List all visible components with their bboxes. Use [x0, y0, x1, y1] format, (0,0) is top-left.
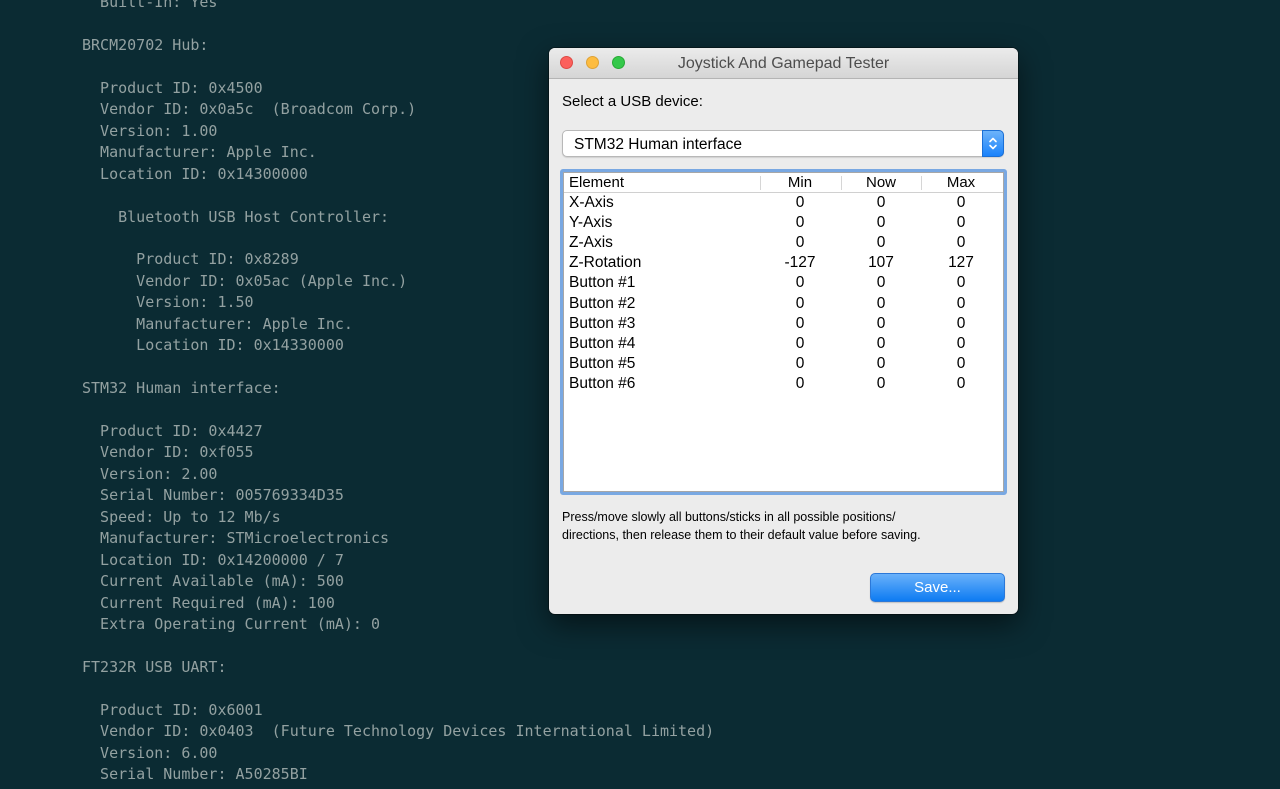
terminal-line: FT232R USB UART: — [82, 657, 227, 676]
terminal-line: Product ID: 0x4427 — [82, 422, 263, 440]
element-cell: X-Axis — [569, 194, 614, 211]
zoom-window-button[interactable] — [612, 56, 625, 69]
min-cell: 0 — [795, 294, 805, 312]
terminal-line: Product ID: 0x6001 — [82, 700, 263, 719]
terminal-line: Serial Number: A50285BI — [82, 765, 308, 784]
title-bar[interactable]: Joystick And Gamepad Tester — [549, 48, 1018, 79]
now-cell: 0 — [876, 314, 886, 332]
terminal-line: Vendor ID: 0x0a5c (Broadcom Corp.) — [82, 100, 417, 119]
terminal-line: Location ID: 0x14200000 / 7 — [82, 550, 344, 569]
table-row[interactable]: Z-Rotation -127 107 127 — [564, 253, 1003, 273]
table-row[interactable]: Button #6 0 0 0 — [564, 374, 1003, 394]
table-row[interactable]: Button #2 0 0 0 — [564, 294, 1003, 314]
element-cell: Z-Axis — [569, 234, 613, 252]
terminal-line: Current Required (mA): 100 — [82, 593, 335, 612]
element-cell: Button #5 — [569, 354, 636, 372]
column-header-min[interactable]: Min — [760, 173, 840, 192]
max-cell: 0 — [956, 194, 966, 211]
terminal-line: Version: 6.00 — [82, 743, 218, 762]
element-cell: Button #3 — [569, 314, 636, 332]
instructions-line-2: directions, then release them to their d… — [562, 528, 921, 542]
table-row[interactable]: Z-Axis 0 0 0 — [564, 233, 1003, 253]
terminal-line: Version: 1.50 — [82, 293, 254, 312]
terminal-line: STM32 Human interface: — [82, 379, 281, 398]
max-cell: 0 — [956, 274, 966, 292]
terminal-line: Version: 2.00 — [82, 464, 218, 483]
minimize-window-button[interactable] — [586, 56, 599, 69]
max-cell: 0 — [956, 234, 966, 252]
max-cell: 127 — [948, 254, 974, 272]
elements-table[interactable]: Element Min Now Max X-Axis 0 0 0 Y-Axis 0 0 0 Z-… — [560, 169, 1007, 495]
min-cell: 0 — [795, 354, 805, 372]
min-cell: 0 — [795, 214, 805, 232]
terminal-line: Built-In: Yes — [82, 0, 218, 11]
element-cell: Button #6 — [569, 374, 636, 392]
min-cell: 0 — [795, 334, 805, 352]
joystick-tester-window: Joystick And Gamepad Tester Select a USB… — [549, 48, 1018, 614]
selected-device-value: STM32 Human interface — [574, 136, 742, 153]
table-row[interactable]: Button #1 0 0 0 — [564, 273, 1003, 293]
terminal-line: Speed: Up to 12 Mb/s — [82, 786, 281, 789]
table-header: Element Min Now Max — [564, 173, 1003, 193]
min-cell: -127 — [784, 254, 816, 272]
max-cell: 0 — [956, 374, 966, 392]
popup-chevron-icon[interactable] — [982, 130, 1004, 157]
column-header-element[interactable]: Element — [569, 173, 624, 192]
max-cell: 0 — [956, 334, 966, 352]
table-row[interactable]: Y-Axis 0 0 0 — [564, 213, 1003, 233]
save-button[interactable]: Save... — [870, 573, 1005, 602]
column-header-max[interactable]: Max — [921, 173, 1001, 192]
column-header-now[interactable]: Now — [841, 173, 921, 192]
element-cell: Button #1 — [569, 274, 636, 292]
table-row[interactable]: Button #4 0 0 0 — [564, 334, 1003, 354]
terminal-line: Manufacturer: Apple Inc. — [82, 314, 353, 333]
terminal-line: Manufacturer: STMicroelectronics — [82, 529, 390, 548]
now-cell: 0 — [876, 194, 886, 211]
terminal-line: Current Available (mA): 500 — [82, 572, 344, 591]
terminal-line: Version: 1.00 — [82, 121, 218, 140]
max-cell: 0 — [956, 354, 966, 372]
now-cell: 0 — [876, 234, 886, 252]
instructions-line-1: Press/move slowly all buttons/sticks in … — [562, 510, 896, 524]
max-cell: 0 — [956, 314, 966, 332]
now-cell: 0 — [876, 214, 886, 232]
now-cell: 0 — [876, 374, 886, 392]
now-cell: 0 — [876, 354, 886, 372]
max-cell: 0 — [956, 214, 966, 232]
now-cell: 0 — [876, 334, 886, 352]
now-cell: 0 — [876, 294, 886, 312]
element-cell: Z-Rotation — [569, 254, 642, 272]
close-window-button[interactable] — [560, 56, 573, 69]
min-cell: 0 — [795, 374, 805, 392]
instructions-text: Press/move slowly all buttons/sticks in … — [562, 508, 1002, 544]
min-cell: 0 — [795, 234, 805, 252]
table-row[interactable]: Button #3 0 0 0 — [564, 314, 1003, 334]
terminal-line: Vendor ID: 0xf055 — [82, 443, 254, 462]
element-cell: Y-Axis — [569, 214, 613, 232]
select-device-label: Select a USB device: — [562, 93, 703, 110]
usb-device-popup[interactable]: STM32 Human interface — [562, 130, 1004, 157]
terminal-line: Vendor ID: 0x05ac (Apple Inc.) — [82, 271, 408, 290]
terminal-line: Product ID: 0x8289 — [82, 250, 299, 269]
min-cell: 0 — [795, 314, 805, 332]
terminal-line: Extra Operating Current (mA): 0 — [82, 615, 381, 634]
table-row[interactable]: X-Axis 0 0 0 — [564, 193, 1003, 213]
table-row[interactable]: Button #5 0 0 0 — [564, 354, 1003, 374]
now-cell: 107 — [868, 254, 894, 272]
terminal-line: Location ID: 0x14300000 — [82, 164, 308, 183]
terminal-line: Serial Number: 005769334D35 — [82, 486, 344, 505]
terminal-line: Location ID: 0x14330000 — [82, 336, 344, 355]
terminal-line: Product ID: 0x4500 — [82, 78, 263, 97]
now-cell: 0 — [876, 274, 886, 292]
min-cell: 0 — [795, 194, 805, 211]
element-cell: Button #2 — [569, 294, 636, 312]
min-cell: 0 — [795, 274, 805, 292]
terminal-line: Bluetooth USB Host Controller: — [82, 207, 390, 226]
terminal-line: Vendor ID: 0x0403 (Future Technology Dev… — [82, 722, 715, 741]
max-cell: 0 — [956, 294, 966, 312]
terminal-line: Speed: Up to 12 Mb/s — [82, 507, 281, 526]
terminal-line: BRCM20702 Hub: — [82, 35, 209, 54]
terminal-line: Manufacturer: Apple Inc. — [82, 143, 317, 162]
element-cell: Button #4 — [569, 334, 636, 352]
